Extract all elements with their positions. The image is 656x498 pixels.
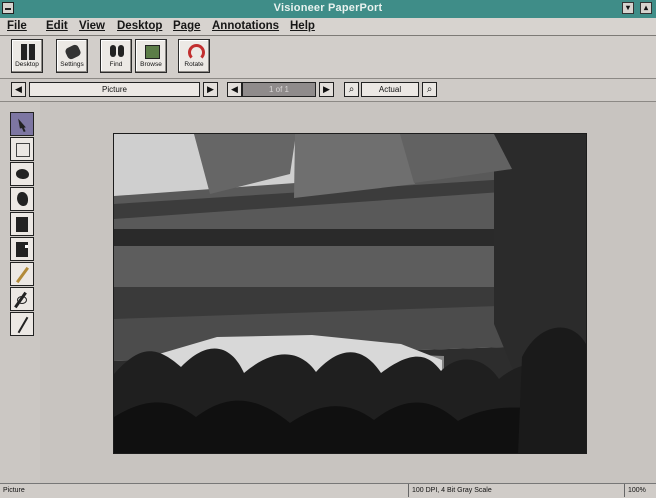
desktop-button-label: Desktop: [15, 61, 39, 68]
zoom-in-icon[interactable]: ⌕: [422, 82, 437, 97]
view-next-button[interactable]: ▶: [203, 82, 218, 97]
sticky-note-icon: [11, 238, 33, 260]
marker-tool[interactable]: [10, 287, 34, 311]
zoom-mode-field[interactable]: Actual: [361, 82, 419, 97]
status-right: 100%: [624, 484, 656, 497]
status-bar: Picture 100 DPI, 4 Bit Gray Scale 100%: [0, 483, 656, 498]
page-prev-button[interactable]: ◀: [227, 82, 242, 97]
page-indicator: 1 of 1: [242, 82, 316, 97]
note-tool[interactable]: [10, 212, 34, 236]
pen-icon: [11, 263, 33, 285]
sticky-note-tool[interactable]: [10, 237, 34, 261]
rotate-button[interactable]: Rotate: [178, 39, 210, 73]
highlight-icon: [11, 188, 33, 210]
page-next-button[interactable]: ▶: [319, 82, 334, 97]
find-icon: [101, 40, 131, 62]
window-title-bar: Visioneer PaperPort ▾ ▴: [0, 0, 656, 18]
document-picture[interactable]: [113, 133, 587, 454]
minimize-button[interactable]: ▾: [622, 2, 634, 14]
find-button[interactable]: Find: [100, 39, 132, 73]
desktop-button[interactable]: Desktop: [11, 39, 43, 73]
menu-annotations[interactable]: Annotations: [212, 20, 279, 32]
settings-button[interactable]: Settings: [56, 39, 88, 73]
menu-view[interactable]: View: [79, 20, 105, 32]
zoom-out-icon[interactable]: ⌕: [344, 82, 359, 97]
maximize-button[interactable]: ▴: [640, 2, 652, 14]
settings-icon: [57, 40, 87, 62]
rectangle-icon: [11, 138, 33, 160]
status-middle: 100 DPI, 4 Bit Gray Scale: [408, 484, 604, 497]
annotation-toolbar: [0, 102, 41, 483]
browse-button-label: Browse: [140, 61, 162, 68]
view-prev-button[interactable]: ◀: [11, 82, 26, 97]
rotate-button-label: Rotate: [184, 61, 204, 68]
main-toolbar: Desktop Settings Find Browse Rotate: [0, 36, 656, 79]
pointer-tool[interactable]: [10, 112, 34, 136]
rotate-icon: [179, 40, 209, 62]
browse-button[interactable]: Browse: [135, 39, 167, 73]
line-icon: [11, 313, 33, 335]
pen-tool[interactable]: [10, 262, 34, 286]
note-icon: [11, 213, 33, 235]
menu-file[interactable]: File: [7, 20, 27, 32]
eiffel-tower-photo: [114, 134, 586, 453]
find-button-label: Find: [109, 61, 123, 68]
hand-tool[interactable]: [10, 162, 34, 186]
line-tool[interactable]: [10, 312, 34, 336]
marker-icon: [11, 288, 33, 310]
rectangle-tool[interactable]: [10, 137, 34, 161]
menu-desktop[interactable]: Desktop: [117, 20, 162, 32]
hand-icon: [11, 163, 33, 185]
window-title: Visioneer PaperPort: [273, 2, 383, 14]
menu-edit[interactable]: Edit: [46, 20, 68, 32]
settings-button-label: Settings: [60, 61, 84, 68]
view-mode-field[interactable]: Picture: [29, 82, 200, 97]
pointer-icon: [11, 113, 33, 135]
menu-bar: File Edit View Desktop Page Annotations …: [0, 18, 656, 36]
highlight-tool[interactable]: [10, 187, 34, 211]
menu-page[interactable]: Page: [173, 20, 201, 32]
navigation-bar: ◀ Picture ▶ ◀ 1 of 1 ▶ ⌕ Actual ⌕: [0, 79, 656, 102]
status-left: Picture: [3, 487, 25, 494]
browse-icon: [136, 40, 166, 62]
desktop-icon: [12, 40, 42, 62]
menu-help[interactable]: Help: [290, 20, 315, 32]
